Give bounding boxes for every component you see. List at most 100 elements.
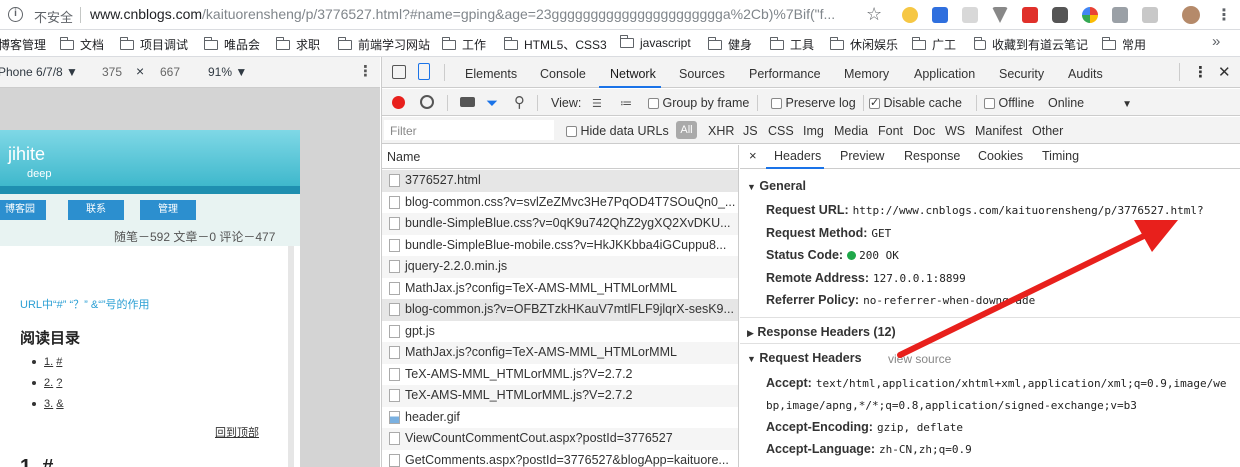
filter-input[interactable]: Filter xyxy=(384,120,554,140)
overview-icon[interactable]: ≔ xyxy=(620,96,632,110)
extension-icon-7[interactable] xyxy=(1082,7,1098,23)
view-source-link[interactable]: view source xyxy=(888,352,951,366)
article-title[interactable]: URL中“#” “？” &“”号的作用 xyxy=(20,296,150,312)
tab-preview[interactable]: Preview xyxy=(840,149,884,163)
extension-icon-1[interactable] xyxy=(902,7,918,23)
nav-link-admin[interactable]: 管理 xyxy=(140,200,196,220)
device-width-input[interactable]: 375 xyxy=(102,65,122,79)
tab-security[interactable]: Security xyxy=(999,67,1044,81)
checkbox-checked[interactable] xyxy=(869,96,880,110)
bookmark-folder[interactable]: 广工 xyxy=(911,36,956,53)
request-row[interactable]: 3776527.html xyxy=(382,170,738,192)
type-filter-js[interactable]: JS xyxy=(743,124,758,138)
bookmark-folder[interactable]: 项目调试 xyxy=(119,36,188,53)
record-icon[interactable] xyxy=(392,96,405,109)
type-filter-img[interactable]: Img xyxy=(803,124,824,138)
insecure-label[interactable]: 不安全 xyxy=(34,7,73,26)
device-toggle-icon[interactable] xyxy=(418,63,430,80)
request-row[interactable]: blog-common.js?v=OFBZTzkHKauV7mtlFLF9jlq… xyxy=(382,299,738,321)
url-field[interactable]: www.cnblogs.com/kaituorensheng/p/3776527… xyxy=(90,6,855,22)
tab-sources[interactable]: Sources xyxy=(679,67,725,81)
bookmark-folder[interactable]: javascript xyxy=(619,35,691,50)
bookmark-folder[interactable]: 唯品会 xyxy=(203,36,260,53)
bookmark-folder[interactable]: 工具 xyxy=(769,36,814,53)
zoom-select[interactable]: 91% ▼ xyxy=(208,65,247,79)
clear-icon[interactable] xyxy=(420,95,434,109)
nav-link-home[interactable]: 博客园 xyxy=(0,200,46,220)
bookmark-folder[interactable]: 常用 xyxy=(1101,36,1146,53)
disable-cache-checkbox[interactable]: Disable cache xyxy=(869,96,962,110)
info-icon[interactable]: i xyxy=(8,7,23,22)
request-row[interactable]: GetComments.aspx?postId=3776527&blogApp=… xyxy=(382,450,738,467)
type-filter-xhr[interactable]: XHR xyxy=(708,124,734,138)
device-height-input[interactable]: 667 xyxy=(160,65,180,79)
bookmark-folder[interactable]: 健身 xyxy=(707,36,752,53)
large-rows-icon[interactable]: ☰ xyxy=(592,97,602,110)
checkbox[interactable] xyxy=(566,126,577,138)
bookmark-item[interactable]: 收藏到有道云笔记 xyxy=(973,36,1088,53)
device-menu-icon[interactable]: ⋮ xyxy=(358,62,373,80)
preserve-log-checkbox[interactable]: Preserve log xyxy=(771,96,856,110)
tab-timing[interactable]: Timing xyxy=(1042,149,1079,163)
extension-icon-3[interactable] xyxy=(962,7,978,23)
type-filter-other[interactable]: Other xyxy=(1032,124,1063,138)
request-row[interactable]: MathJax.js?config=TeX-AMS-MML_HTMLorMML xyxy=(382,342,738,364)
toc-item[interactable]: 3. & xyxy=(32,398,64,410)
checkbox[interactable] xyxy=(771,98,782,110)
request-row[interactable]: jquery-2.2.0.min.js xyxy=(382,256,738,278)
group-by-frame-checkbox[interactable]: Group by frame xyxy=(648,96,749,110)
type-filter-font[interactable]: Font xyxy=(878,124,903,138)
screenshot-icon[interactable] xyxy=(460,97,475,107)
extension-icon-8[interactable] xyxy=(1112,7,1128,23)
bookmark-folder[interactable]: 休闲娱乐 xyxy=(829,36,898,53)
inspect-element-icon[interactable] xyxy=(392,65,406,79)
toc-item[interactable]: 1. # xyxy=(32,356,62,368)
tab-application[interactable]: Application xyxy=(914,67,975,81)
tab-headers[interactable]: Headers xyxy=(774,149,821,163)
tab-audits[interactable]: Audits xyxy=(1068,67,1103,81)
tab-response[interactable]: Response xyxy=(904,149,960,163)
type-filter-doc[interactable]: Doc xyxy=(913,124,935,138)
bookmarks-overflow-icon[interactable]: » xyxy=(1212,33,1220,50)
checkbox[interactable] xyxy=(984,98,995,110)
type-filter-all[interactable]: All xyxy=(676,121,697,139)
offline-checkbox[interactable]: Offline xyxy=(984,96,1034,110)
browser-menu-icon[interactable]: ⋮ xyxy=(1216,5,1232,25)
request-row[interactable]: gpt.js xyxy=(382,321,738,343)
throttling-select[interactable]: Online ▼ xyxy=(1048,96,1132,110)
extension-icon-9[interactable] xyxy=(1142,7,1158,23)
extension-icon-4[interactable] xyxy=(992,7,1008,23)
toc-item[interactable]: 2. ? xyxy=(32,377,62,389)
bookmark-folder[interactable]: HTML5、CSS3 xyxy=(503,36,607,53)
tab-console[interactable]: Console xyxy=(540,67,586,81)
close-icon[interactable]: ✕ xyxy=(1218,63,1231,81)
bookmark-folder[interactable]: 文档 xyxy=(59,36,104,53)
extension-icon-2[interactable] xyxy=(932,7,948,23)
request-headers-toggle[interactable]: ▼ Request Headers xyxy=(747,351,862,365)
request-row[interactable]: bundle-SimpleBlue.css?v=0qK9u742QhZ2ygXQ… xyxy=(382,213,738,235)
type-filter-css[interactable]: CSS xyxy=(768,124,794,138)
type-filter-ws[interactable]: WS xyxy=(945,124,965,138)
avatar[interactable] xyxy=(1182,6,1200,24)
hide-data-urls-checkbox[interactable]: Hide data URLs xyxy=(566,124,669,138)
bookmark-folder[interactable]: 求职 xyxy=(275,36,320,53)
filter-icon[interactable]: ⏷ xyxy=(486,95,498,112)
blog-title[interactable]: jihite xyxy=(8,144,45,165)
extension-icon-5[interactable] xyxy=(1022,7,1038,23)
bookmark-item[interactable]: 博客管理 xyxy=(0,36,46,53)
general-section-toggle[interactable]: ▼ General xyxy=(747,179,806,193)
tab-network[interactable]: Network xyxy=(610,67,656,81)
tab-memory[interactable]: Memory xyxy=(844,67,889,81)
request-row[interactable]: blog-common.css?v=svlZeZMvc3He7PqOD4T7SO… xyxy=(382,192,738,214)
devtools-menu-icon[interactable]: ⋮ xyxy=(1193,63,1208,81)
request-row[interactable]: bundle-SimpleBlue-mobile.css?v=HkJKKbba4… xyxy=(382,235,738,257)
request-row[interactable]: TeX-AMS-MML_HTMLorMML.js?V=2.7.2 xyxy=(382,364,738,386)
request-row[interactable]: ViewCountCommentCout.aspx?postId=3776527 xyxy=(382,428,738,450)
checkbox[interactable] xyxy=(648,98,659,110)
device-select[interactable]: Phone 6/7/8 ▼ xyxy=(0,65,78,79)
column-name-header[interactable]: Name xyxy=(387,150,420,164)
bookmark-folder[interactable]: 工作 xyxy=(441,36,486,53)
tab-performance[interactable]: Performance xyxy=(749,67,821,81)
back-to-top-link[interactable]: 回到顶部 xyxy=(215,424,259,440)
tab-elements[interactable]: Elements xyxy=(465,67,517,81)
